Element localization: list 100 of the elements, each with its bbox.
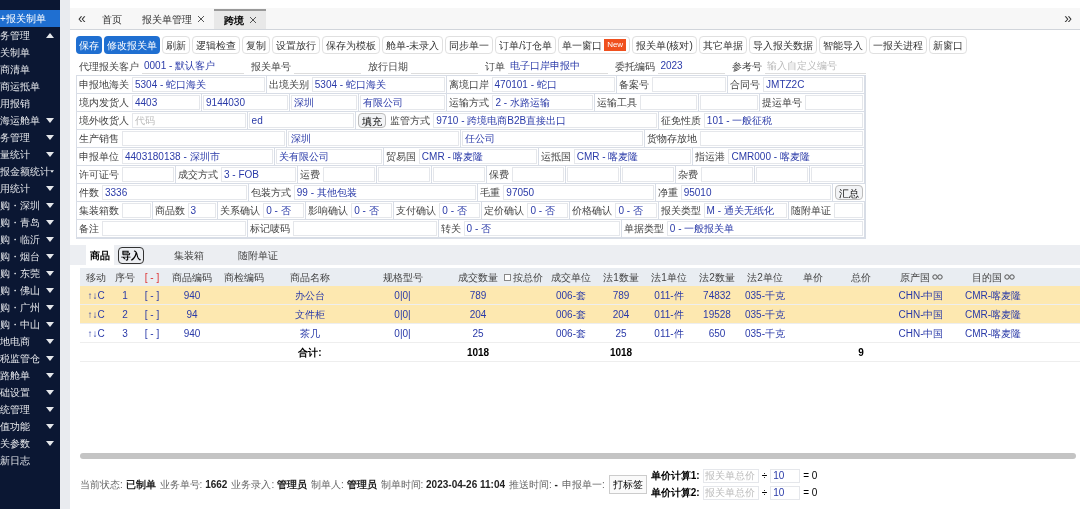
input-field[interactable] bbox=[323, 167, 375, 182]
input-field[interactable]: CMR - 喀麦隆 bbox=[573, 149, 692, 164]
input-field[interactable]: 5304 - 蛇口海关 bbox=[311, 77, 445, 92]
input-field[interactable]: CMR000 - 喀麦隆 bbox=[728, 149, 863, 164]
input-field[interactable] bbox=[700, 95, 759, 110]
toolbar-button[interactable]: 订单/订仓单 bbox=[495, 36, 557, 54]
input-field[interactable]: 99 - 其他包装 bbox=[293, 185, 477, 200]
tab[interactable]: 商品 bbox=[86, 245, 114, 265]
toolbar-button[interactable]: 逻辑检查 bbox=[192, 36, 240, 54]
input-field[interactable] bbox=[102, 221, 246, 236]
input-field[interactable] bbox=[805, 95, 863, 110]
toolbar-button[interactable]: 智能导入 bbox=[818, 36, 867, 54]
sidebar-item[interactable]: +报关制单 bbox=[0, 10, 60, 27]
input-field[interactable]: M - 通关无纸化 bbox=[703, 203, 788, 218]
toolbar-button[interactable]: 舱单-未录入 bbox=[382, 36, 444, 54]
sidebar-item[interactable]: 商清单 bbox=[0, 61, 60, 78]
input-field[interactable]: CMR - 喀麦隆 bbox=[418, 149, 537, 164]
input-field[interactable]: 95010 bbox=[680, 185, 831, 200]
toolbar-button[interactable]: 报关单(核对) bbox=[632, 36, 697, 54]
sidebar-group[interactable]: 税监管仓 bbox=[0, 350, 60, 367]
collapse-icon[interactable]: « bbox=[72, 8, 92, 29]
input-field[interactable]: 0 - 一般报关单 bbox=[666, 221, 864, 236]
tab[interactable]: 跨境 bbox=[213, 9, 266, 29]
input-field[interactable]: 0 - 否 bbox=[463, 221, 620, 236]
sidebar-group[interactable]: 购・东莞 bbox=[0, 265, 60, 282]
sidebar-item[interactable]: 用报销 bbox=[0, 95, 60, 112]
form-button[interactable]: 汇总 bbox=[835, 185, 863, 200]
input-field[interactable] bbox=[433, 167, 485, 182]
sidebar-item[interactable]: 新日志 bbox=[0, 452, 60, 469]
tab[interactable]: 报关单管理 bbox=[131, 9, 214, 29]
tab[interactable]: 首页 bbox=[91, 9, 132, 29]
input-field[interactable] bbox=[700, 131, 863, 146]
input-field[interactable]: 0 - 否 bbox=[615, 203, 657, 218]
toolbar-button[interactable]: 一报关进程 bbox=[868, 36, 927, 54]
input-field[interactable] bbox=[639, 95, 698, 110]
tab[interactable]: 随附单证 bbox=[234, 245, 282, 265]
tab[interactable]: 集装箱 bbox=[170, 245, 208, 265]
input-field[interactable] bbox=[567, 167, 619, 182]
input-field[interactable]: JMTZ2C bbox=[763, 77, 863, 92]
input-field[interactable]: 有限公司 bbox=[359, 95, 446, 110]
input-field[interactable]: 3336 bbox=[102, 185, 247, 200]
import-button[interactable]: 导入 bbox=[118, 246, 144, 264]
toolbar-button[interactable]: 刷新 bbox=[162, 36, 190, 54]
toolbar-button[interactable]: 新窗口 bbox=[928, 36, 967, 54]
sidebar-group[interactable]: 关参数 bbox=[0, 435, 60, 452]
sidebar-group[interactable]: 购・烟台 bbox=[0, 248, 60, 265]
input-field[interactable]: 10 bbox=[770, 485, 801, 500]
sidebar-group[interactable]: 购・广州 bbox=[0, 299, 60, 316]
sidebar-group[interactable]: 路舱单 bbox=[0, 367, 60, 384]
table-row[interactable]: ↑↓C 2 [ - ] 94 文件柜 0|0| 204 006-套 204 011-件 19528 035-千克 CHN-中国 CMR-喀麦隆 bbox=[80, 305, 1080, 324]
toolbar-button[interactable]: 其它单据 bbox=[698, 36, 747, 54]
table-row[interactable]: ↑↓C 1 [ - ] 940 办公台 0|0| 789 006-套 789 011-件 74832 035-千克 CHN-中国 CMR-喀麦隆 bbox=[80, 286, 1080, 305]
sidebar-group[interactable]: 购・青岛 bbox=[0, 214, 60, 231]
input-field[interactable]: 9710 - 跨境电商B2B直接出口 bbox=[433, 113, 657, 128]
input-field[interactable] bbox=[756, 167, 808, 182]
sidebar-group[interactable]: 务管理 bbox=[0, 129, 60, 146]
toolbar-button[interactable]: 保存为模板 bbox=[322, 36, 380, 54]
sidebar-group[interactable]: 购・深圳 bbox=[0, 197, 60, 214]
toolbar-button[interactable]: 保存 bbox=[76, 36, 102, 54]
sidebar-group[interactable]: 购・佛山 bbox=[0, 282, 60, 299]
sidebar-group[interactable]: 海运舱单 bbox=[0, 112, 60, 129]
input-field[interactable]: 0 - 否 bbox=[263, 203, 305, 218]
input-field[interactable]: 关有限公司 bbox=[275, 149, 382, 164]
input-field[interactable]: 任公司 bbox=[462, 131, 643, 146]
input-field[interactable] bbox=[122, 131, 285, 146]
input-field[interactable]: 0 - 否 bbox=[439, 203, 481, 218]
toolbar-button[interactable]: 导入报关数据 bbox=[748, 36, 817, 54]
sidebar-group[interactable]: 础设置 bbox=[0, 384, 60, 401]
input-field[interactable]: 2 - 水路运输 bbox=[492, 95, 593, 110]
close-icon[interactable] bbox=[249, 17, 256, 23]
input-field[interactable]: 2023 bbox=[658, 58, 726, 74]
input-field[interactable]: 470101 - 蛇口 bbox=[491, 77, 616, 92]
input-field[interactable]: 4403180138 - 深圳市 bbox=[122, 149, 273, 164]
toolbar-button[interactable]: 修改报关单 bbox=[104, 36, 160, 54]
input-field[interactable]: 4403 bbox=[132, 95, 201, 110]
toolbar-button[interactable]: 单一窗口 New bbox=[558, 36, 631, 54]
sidebar-group[interactable]: 统管理 bbox=[0, 401, 60, 418]
input-field[interactable]: 深圳 bbox=[290, 95, 357, 110]
sidebar-item[interactable]: 商运抵单 bbox=[0, 78, 60, 95]
input-field[interactable] bbox=[834, 203, 863, 218]
toolbar-button[interactable]: 设置放行 bbox=[272, 36, 320, 54]
input-field[interactable]: 电子口岸申报中 bbox=[507, 58, 609, 74]
input-field[interactable]: 5304 - 蛇口海关 bbox=[132, 77, 265, 92]
checkbox[interactable] bbox=[503, 273, 511, 281]
print-label-button[interactable]: 打标签 bbox=[608, 474, 647, 494]
input-field[interactable] bbox=[122, 167, 174, 182]
input-field[interactable] bbox=[512, 167, 564, 182]
input-field[interactable]: 3 - FOB bbox=[221, 167, 296, 182]
input-field[interactable]: 3 bbox=[187, 203, 217, 218]
input-field[interactable]: 10 bbox=[770, 468, 801, 483]
sidebar-group[interactable]: 地电商 bbox=[0, 333, 60, 350]
sidebar-group[interactable]: 量统计 bbox=[0, 146, 60, 163]
close-icon[interactable] bbox=[197, 16, 204, 22]
input-field[interactable]: 9144030 bbox=[203, 95, 288, 110]
input-field[interactable] bbox=[652, 77, 727, 92]
input-field[interactable]: 深圳 bbox=[288, 131, 459, 146]
sidebar-group[interactable]: 用统计 bbox=[0, 180, 60, 197]
toolbar-button[interactable]: 复制 bbox=[242, 36, 270, 54]
input-field[interactable]: ed bbox=[248, 113, 355, 128]
sidebar-group[interactable]: 购・临沂 bbox=[0, 231, 60, 248]
